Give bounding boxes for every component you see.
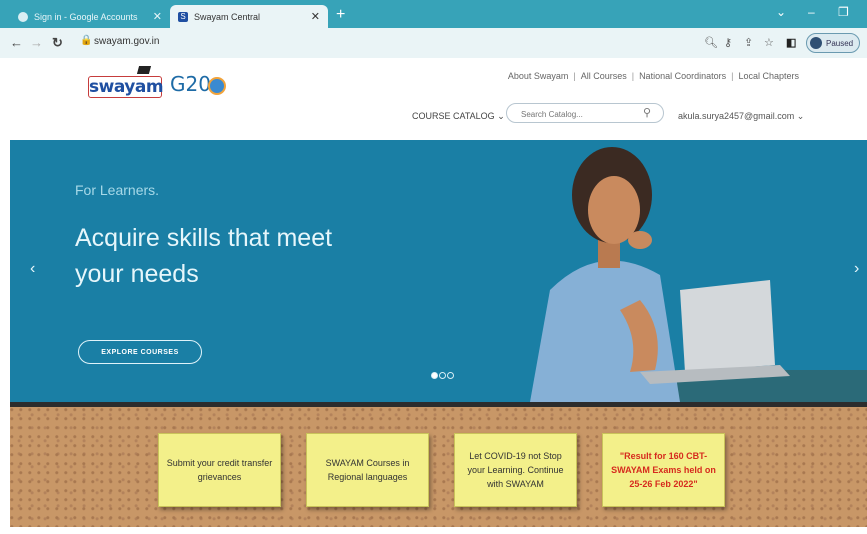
user-email: akula.surya2457@gmail.com <box>678 111 795 121</box>
globe-icon <box>207 76 226 95</box>
address-bar[interactable]: 🔒 swayam.gov.in <box>80 33 680 53</box>
laptop-screen <box>680 280 775 372</box>
browser-tab-bar: Sign in - Google Accounts ✕ S Swayam Cen… <box>0 0 867 28</box>
hero-kicker: For Learners. <box>75 182 160 198</box>
site-header: swayam G20 About Swayam | All Courses | Nati… <box>0 58 867 140</box>
restore-icon[interactable]: ❐ <box>838 5 849 19</box>
side-panel-icon[interactable]: ◧ <box>786 36 796 49</box>
link-all-courses[interactable]: All Courses <box>581 71 627 81</box>
password-key-icon[interactable]: ⚷ <box>724 36 732 49</box>
zoom-magnifier-icon[interactable]: 🔍︎ <box>704 36 718 49</box>
share-icon[interactable]: ⇪ <box>744 36 753 49</box>
user-account-menu[interactable]: akula.surya2457@gmail.com ⌄ <box>678 111 804 122</box>
note-covid-learning[interactable]: Let COVID-19 not Stop your Learning. Con… <box>454 433 577 507</box>
carousel-dot[interactable] <box>447 372 454 379</box>
hero-learner-illustration <box>530 147 867 402</box>
graduation-cap-icon <box>136 66 152 74</box>
catalog-search: ⚲ <box>506 103 664 123</box>
profile-status-label: Paused <box>826 38 854 48</box>
minimize-icon[interactable]: – <box>808 5 815 19</box>
swayam-logo-text: swayam <box>88 76 164 98</box>
close-tab-icon[interactable]: ✕ <box>311 10 320 23</box>
carousel-prev-arrow-icon[interactable]: ‹ <box>30 260 35 278</box>
swayam-logo[interactable]: swayam <box>88 66 164 102</box>
course-catalog-label: COURSE CATALOG <box>412 111 495 121</box>
google-favicon-icon <box>18 11 28 22</box>
carousel-indicators <box>431 366 455 384</box>
g20-text: G20 <box>170 72 211 96</box>
course-catalog-dropdown[interactable]: COURSE CATALOG ⌄ <box>412 111 505 122</box>
browser-toolbar: ← → ↻ 🔒 swayam.gov.in 🔍︎ ⚷ ⇪ ☆ ◧ Paused <box>0 28 867 59</box>
reload-icon[interactable]: ↻ <box>52 35 63 51</box>
tab-title: Sign in - Google Accounts <box>34 11 138 22</box>
hero-headline: Acquire skills that meet your needs <box>75 224 333 288</box>
link-local-chapters[interactable]: Local Chapters <box>738 71 799 81</box>
tab-swayam-central[interactable]: S Swayam Central ✕ <box>170 5 328 28</box>
profile-paused-button[interactable]: Paused <box>806 33 860 53</box>
link-about-swayam[interactable]: About Swayam <box>508 71 569 81</box>
tab-search-chevron-icon[interactable]: ⌄ <box>776 5 786 19</box>
person-neck <box>598 240 620 268</box>
note-exam-results[interactable]: "Result for 160 CBT-SWAYAM Exams held on… <box>602 433 725 507</box>
chevron-down-icon: ⌄ <box>796 111 805 121</box>
profile-avatar <box>810 37 822 49</box>
back-arrow-icon[interactable]: ← <box>10 35 23 50</box>
lock-icon: 🔒 <box>80 35 93 46</box>
forward-arrow-icon[interactable]: → <box>30 35 43 50</box>
bookmark-star-icon[interactable]: ☆ <box>764 36 774 49</box>
tab-title: Swayam Central <box>194 11 261 22</box>
notice-board: Submit your credit transfer grievances S… <box>10 407 867 527</box>
new-tab-plus-icon[interactable]: + <box>336 6 345 24</box>
note-regional-languages[interactable]: SWAYAM Courses in Regional languages <box>306 433 429 507</box>
search-icon[interactable]: ⚲ <box>643 106 651 119</box>
person-hand <box>628 231 652 249</box>
hero-carousel: For Learners. Acquire skills that meet y… <box>10 140 867 402</box>
url-text[interactable]: swayam.gov.in <box>94 36 159 47</box>
explore-courses-button[interactable]: EXPLORE COURSES <box>78 340 202 364</box>
carousel-dot[interactable] <box>439 372 446 379</box>
note-credit-transfer-grievances[interactable]: Submit your credit transfer grievances <box>158 433 281 507</box>
catalog-search-input[interactable] <box>519 109 633 120</box>
carousel-dot[interactable] <box>431 372 438 379</box>
g20-logo: G20 <box>170 72 226 96</box>
chevron-down-icon: ⌄ <box>497 111 505 121</box>
swayam-favicon-icon: S <box>178 11 188 22</box>
close-tab-icon[interactable]: ✕ <box>153 10 162 23</box>
link-national-coordinators[interactable]: National Coordinators <box>639 71 726 81</box>
tab-google-signin[interactable]: Sign in - Google Accounts ✕ <box>10 5 170 28</box>
top-nav-links: About Swayam | All Courses | National Coordi… <box>507 71 799 81</box>
